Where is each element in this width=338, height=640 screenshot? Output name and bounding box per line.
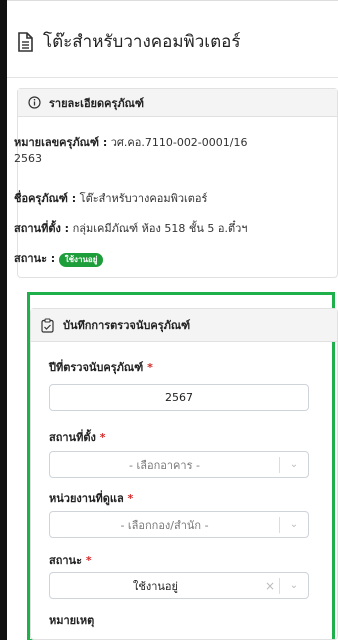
chevron-down-icon[interactable]: ⌄ — [280, 580, 308, 591]
asset-details-card: รายละเอียดครุภัณฑ์ — [17, 88, 338, 278]
note-label: หมายเหตุ — [49, 611, 94, 629]
note-label-text: หมายเหตุ — [49, 614, 95, 627]
year-label-text: ปีที่ตรวจนับครุภัณฑ์ — [49, 361, 144, 374]
asset-number-year: 2563 — [14, 152, 42, 165]
page-title: โต๊ะสำหรับวางคอมพิวเตอร์ — [43, 32, 241, 52]
asset-name-row: ชื่อครุภัณฑ์ : โต๊ะสำหรับวางคอมพิวเตอร์ — [14, 191, 207, 207]
status-label: สถานะ * — [49, 551, 92, 569]
chevron-down-icon[interactable]: ⌄ — [280, 519, 308, 530]
status-badge: ใช้งานอยู่ — [58, 253, 104, 267]
department-placeholder: - เลือกกอง/สำนัก - — [120, 518, 209, 532]
asset-status-label: สถานะ : — [14, 252, 56, 265]
inspection-year-value: 2567 — [165, 391, 193, 404]
header-divider — [7, 77, 338, 78]
required-mark: * — [99, 431, 106, 444]
asset-location-value: กลุ่มเคมีภัณฑ์ ห้อง 518 ชั้น 5 อ.ตึ๋วฯ — [72, 222, 248, 235]
clipboard-icon — [41, 317, 54, 333]
asset-number-row: หมายเลขครุภัณฑ์ : วศ.คอ.7110-002-0001/16… — [14, 135, 314, 167]
status-label-text: สถานะ — [49, 554, 82, 567]
location-label: สถานที่ตั้ง * — [49, 428, 105, 446]
required-mark: * — [127, 492, 134, 505]
asset-details-header: รายละเอียดครุภัณฑ์ — [18, 89, 337, 117]
status-select[interactable]: ใช้งานอยู่ × ⌄ — [49, 572, 309, 599]
info-icon — [28, 96, 41, 109]
inspection-heading: บันทึกการตรวจนับครุภัณฑ์ — [63, 319, 191, 332]
asset-name-value: โต๊ะสำหรับวางคอมพิวเตอร์ — [79, 192, 208, 205]
asset-status-row: สถานะ : ใช้งานอยู่ — [14, 251, 104, 267]
asset-name-label: ชื่อครุภัณฑ์ : — [14, 192, 77, 205]
page-header: โต๊ะสำหรับวางคอมพิวเตอร์ — [16, 28, 240, 55]
location-label-text: สถานที่ตั้ง — [49, 431, 96, 444]
required-mark: * — [85, 554, 92, 567]
status-selected-value: ใช้งานอยู่ — [133, 579, 178, 593]
department-label-text: หน่วยงานที่ดูแล — [49, 492, 124, 505]
left-edge-bar — [0, 0, 7, 640]
asset-location-row: สถานที่ตั้ง : กลุ่มเคมีภัณฑ์ ห้อง 518 ชั… — [14, 221, 247, 237]
inspection-year-input[interactable]: 2567 — [49, 384, 309, 411]
department-label: หน่วยงานที่ดูแล * — [49, 489, 133, 507]
chevron-down-icon[interactable]: ⌄ — [280, 459, 308, 470]
asset-location-label: สถานที่ตั้ง : — [14, 222, 70, 235]
asset-details-heading: รายละเอียดครุภัณฑ์ — [49, 96, 144, 110]
asset-number-label: หมายเลขครุภัณฑ์ : — [14, 136, 108, 149]
building-placeholder: - เลือกอาคาร - — [129, 458, 200, 472]
department-select[interactable]: - เลือกกอง/สำนัก - ⌄ — [49, 511, 309, 538]
document-icon — [18, 31, 33, 52]
required-mark: * — [147, 361, 153, 374]
building-select[interactable]: - เลือกอาคาร - ⌄ — [49, 451, 309, 478]
inspection-header: บันทึกการตรวจนับครุภัณฑ์ — [31, 309, 337, 342]
asset-number-value: วศ.คอ.7110-002-0001/16 — [110, 136, 248, 149]
clear-icon[interactable]: × — [261, 579, 279, 593]
year-label: ปีที่ตรวจนับครุภัณฑ์ * — [49, 358, 153, 376]
